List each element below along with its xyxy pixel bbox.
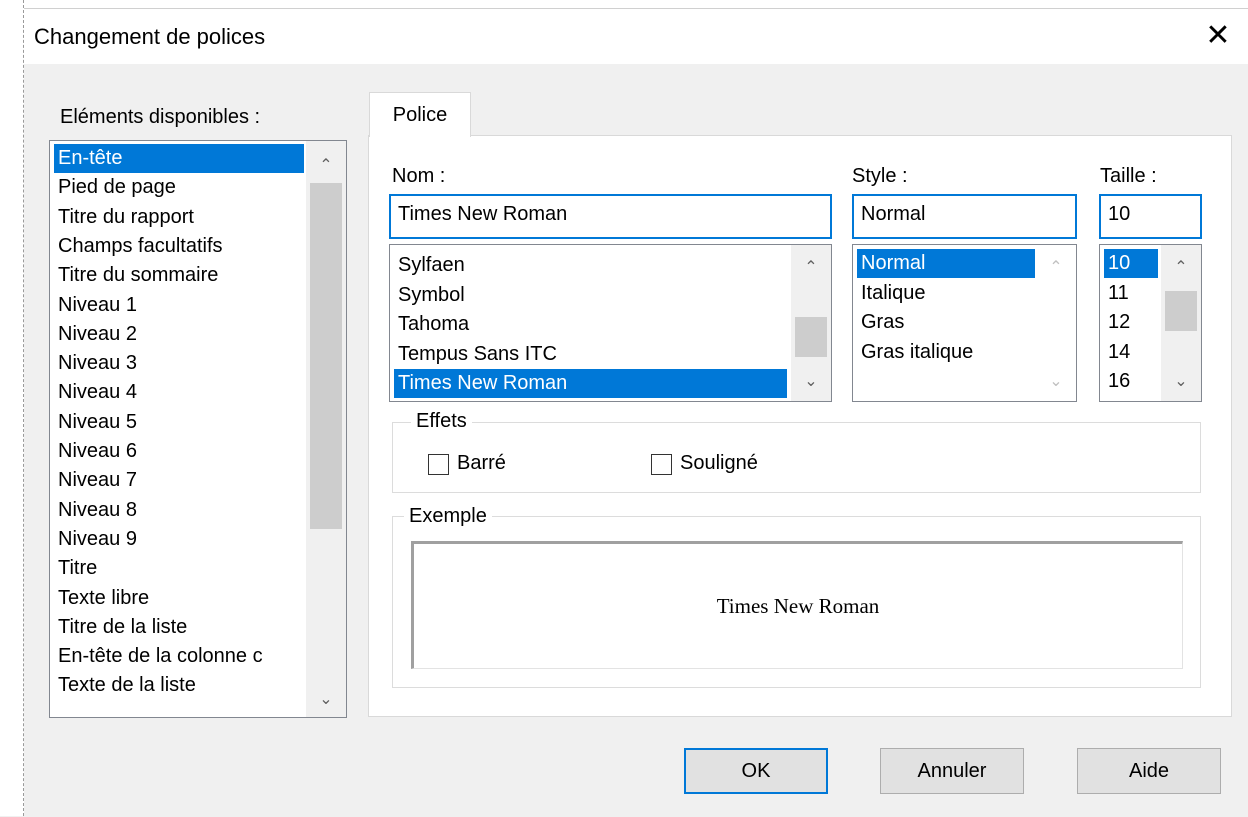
element-list-item[interactable]: Texte de la liste — [54, 671, 200, 700]
sample-title: Exemple — [404, 505, 492, 528]
font-name-input[interactable]: Times New Roman — [389, 194, 832, 239]
scrollbar-thumb[interactable] — [795, 317, 827, 357]
chevron-down-icon[interactable]: ⌄ — [791, 371, 831, 391]
element-list-item[interactable]: Niveau 1 — [54, 291, 141, 320]
strike-label[interactable]: Barré — [457, 452, 506, 475]
font-style-item[interactable]: Normal — [857, 249, 1035, 278]
font-name-item[interactable]: Times New Roman — [394, 369, 787, 398]
scrollbar-thumb[interactable] — [1165, 291, 1197, 331]
element-list-item[interactable]: Champs facultatifs — [54, 232, 227, 261]
font-name-item[interactable]: Symbol — [394, 281, 469, 310]
element-list-item[interactable]: Niveau 3 — [54, 349, 141, 378]
font-name-label: Nom : — [392, 165, 446, 187]
element-list-item[interactable]: Niveau 7 — [54, 466, 141, 495]
font-name-scrollbar[interactable]: ⌃ ⌄ — [791, 245, 831, 401]
effects-group — [392, 422, 1201, 493]
chevron-down-icon[interactable]: ⌄ — [306, 689, 346, 709]
chevron-up-icon[interactable]: ⌃ — [791, 257, 831, 277]
help-button[interactable]: Aide — [1077, 748, 1221, 794]
effects-title: Effets — [411, 410, 472, 433]
font-style-item[interactable]: Gras — [857, 308, 908, 337]
element-list-item[interactable]: Niveau 9 — [54, 525, 141, 554]
cancel-button[interactable]: Annuler — [880, 748, 1024, 794]
element-list-item[interactable]: Niveau 5 — [54, 408, 141, 437]
background-document-edge — [0, 0, 24, 816]
chevron-up-icon[interactable]: ⌃ — [306, 155, 346, 175]
element-list-item[interactable]: Niveau 8 — [54, 496, 141, 525]
close-icon[interactable]: ✕ — [1200, 16, 1236, 56]
font-size-listbox[interactable]: 10 11 12 14 16 ⌃ ⌄ — [1099, 244, 1202, 402]
font-style-item[interactable]: Gras italique — [857, 338, 977, 367]
underline-label[interactable]: Souligné — [680, 452, 758, 475]
font-style-item[interactable]: Italique — [857, 279, 930, 308]
background-window-edge — [0, 0, 1248, 8]
element-list-item[interactable]: Pied de page — [54, 173, 180, 202]
font-size-input[interactable]: 10 — [1099, 194, 1202, 239]
sample-preview: Times New Roman — [411, 541, 1183, 669]
elements-listbox[interactable]: En-tête Pied de page Titre du rapport Champ… — [49, 140, 347, 718]
font-style-listbox[interactable]: Normal Italique Gras Gras italique ⌃ ⌄ — [852, 244, 1077, 402]
font-size-item[interactable]: 12 — [1104, 308, 1134, 337]
element-list-item[interactable]: Texte libre — [54, 584, 153, 613]
font-style-input[interactable]: Normal — [852, 194, 1077, 239]
sample-text: Times New Roman — [716, 594, 880, 618]
font-size-item[interactable]: 10 — [1104, 249, 1158, 278]
element-list-item[interactable]: Titre de la liste — [54, 613, 191, 642]
font-size-scrollbar[interactable]: ⌃ ⌄ — [1161, 245, 1201, 401]
dialog-title: Changement de polices — [34, 24, 266, 49]
font-size-item[interactable]: 16 — [1104, 367, 1134, 396]
element-list-item[interactable]: En-tête — [54, 144, 304, 173]
element-list-item[interactable]: En-tête de la colonne c — [54, 642, 267, 671]
font-size-item[interactable]: 14 — [1104, 338, 1134, 367]
chevron-down-icon: ⌄ — [1049, 373, 1063, 390]
underline-checkbox[interactable] — [651, 454, 672, 475]
elements-scrollbar[interactable]: ⌃ ⌄ — [306, 141, 346, 717]
ok-button[interactable]: OK — [684, 748, 828, 794]
font-name-item[interactable]: Tempus Sans ITC — [394, 340, 561, 369]
font-style-scrollbar: ⌃ ⌄ — [1036, 245, 1076, 401]
element-list-item[interactable]: Niveau 2 — [54, 320, 141, 349]
font-name-listbox[interactable]: Sylfaen Symbol Tahoma Tempus Sans ITC Times … — [389, 244, 832, 402]
chevron-down-icon[interactable]: ⌄ — [1161, 371, 1201, 391]
font-size-item[interactable]: 11 — [1104, 279, 1133, 308]
font-size-label: Taille : — [1100, 165, 1157, 187]
element-list-item[interactable]: Titre — [54, 554, 101, 583]
font-style-label: Style : — [852, 165, 908, 187]
element-list-item[interactable]: Niveau 6 — [54, 437, 141, 466]
element-list-item[interactable]: Titre du rapport — [54, 203, 198, 232]
element-list-item[interactable]: Niveau 4 — [54, 378, 141, 407]
chevron-up-icon: ⌃ — [1049, 259, 1063, 276]
strike-checkbox[interactable] — [428, 454, 449, 475]
font-name-item[interactable]: Sylfaen — [394, 251, 469, 280]
chevron-up-icon[interactable]: ⌃ — [1161, 257, 1201, 277]
font-name-item[interactable]: Tahoma — [394, 310, 473, 339]
elements-label: Eléments disponibles : — [60, 106, 261, 128]
scrollbar-thumb[interactable] — [310, 183, 342, 529]
tab-police[interactable]: Police — [369, 92, 471, 137]
element-list-item[interactable]: Titre du sommaire — [54, 261, 222, 290]
